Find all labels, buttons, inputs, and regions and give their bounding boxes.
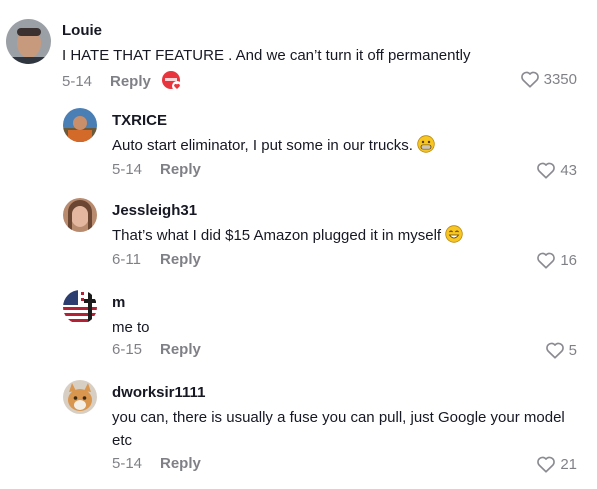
comment-jessleigh31: Jessleigh31 That’s what I did $15 Amazon… bbox=[0, 198, 597, 278]
comment-username[interactable]: Louie bbox=[62, 22, 582, 40]
comment-body: Jessleigh31 That’s what I did $15 Amazon… bbox=[112, 202, 582, 250]
comment-meta: 6-11 Reply bbox=[112, 251, 201, 268]
like-count: 43 bbox=[560, 161, 577, 179]
like-count: 16 bbox=[560, 251, 577, 269]
comment-text: I HATE THAT FEATURE . And we can’t turn … bbox=[62, 47, 471, 64]
avatar-louie-image bbox=[6, 19, 51, 64]
comment-text: Auto start eliminator, I put some in our… bbox=[112, 134, 582, 160]
comment-text: me to bbox=[112, 319, 150, 336]
comment-body: dworksir1111 you can, there is usually a… bbox=[112, 384, 572, 452]
comment-date: 5-14 bbox=[112, 455, 143, 472]
comment-louie: Louie I HATE THAT FEATURE . And we can’t… bbox=[0, 0, 597, 95]
like-button[interactable]: 21 bbox=[536, 455, 577, 473]
comment-meta: 5-14 Reply bbox=[62, 70, 183, 92]
comment-username[interactable]: dworksir1111 bbox=[112, 384, 572, 402]
heart-icon bbox=[537, 162, 556, 179]
like-button[interactable]: 3350 bbox=[520, 70, 577, 88]
like-count: 3350 bbox=[543, 70, 577, 88]
like-count: 5 bbox=[568, 341, 577, 359]
avatar-m-flag-image bbox=[63, 290, 97, 324]
avatar[interactable] bbox=[6, 19, 51, 64]
comment-body: Louie I HATE THAT FEATURE . And we can’t… bbox=[62, 22, 582, 67]
grin-emoji-icon bbox=[417, 135, 435, 160]
avatar-dworksir1111-cat-image bbox=[63, 380, 97, 414]
comment-dworksir1111: dworksir1111 you can, there is usually a… bbox=[0, 380, 597, 485]
reply-button[interactable]: Reply bbox=[160, 161, 201, 178]
comment-meta: 5-14 Reply bbox=[112, 161, 201, 178]
smile-emoji-icon bbox=[445, 225, 463, 250]
like-button[interactable]: 5 bbox=[545, 341, 577, 359]
avatar-jessleigh31-image bbox=[63, 198, 97, 232]
reply-button[interactable]: Reply bbox=[110, 73, 151, 90]
comment-body: TXRICE Auto start eliminator, I put some… bbox=[112, 112, 582, 160]
like-button[interactable]: 16 bbox=[536, 251, 577, 269]
comment-date: 5-14 bbox=[112, 161, 143, 178]
comment-text: you can, there is usually a fuse you can… bbox=[112, 409, 565, 449]
comment-username[interactable]: Jessleigh31 bbox=[112, 202, 582, 220]
like-count: 21 bbox=[560, 455, 577, 473]
avatar[interactable] bbox=[63, 108, 97, 142]
avatar[interactable] bbox=[63, 380, 97, 414]
comment-txrice: TXRICE Auto start eliminator, I put some… bbox=[0, 108, 597, 188]
comment-username[interactable]: m bbox=[112, 294, 582, 312]
comment-date: 6-11 bbox=[112, 251, 141, 268]
heart-icon bbox=[537, 252, 556, 269]
creator-liked-badge-icon bbox=[161, 70, 183, 92]
comment-meta: 6-15 Reply bbox=[112, 341, 201, 358]
comment-username[interactable]: TXRICE bbox=[112, 112, 582, 130]
heart-icon bbox=[545, 342, 564, 359]
avatar[interactable] bbox=[63, 290, 97, 324]
comment-date: 6-15 bbox=[112, 341, 143, 358]
like-button[interactable]: 43 bbox=[536, 161, 577, 179]
comment-date: 5-14 bbox=[62, 72, 93, 90]
comment-text-content: That’s what I did $15 Amazon plugged it … bbox=[112, 227, 442, 244]
comment-text: That’s what I did $15 Amazon plugged it … bbox=[112, 224, 582, 250]
reply-button[interactable]: Reply bbox=[160, 341, 201, 358]
comment-text-content: Auto start eliminator, I put some in our… bbox=[112, 137, 413, 154]
reply-button[interactable]: Reply bbox=[160, 455, 201, 472]
reply-button[interactable]: Reply bbox=[160, 251, 201, 268]
comment-body: m me to bbox=[112, 294, 582, 339]
comment-meta: 5-14 Reply bbox=[112, 455, 201, 472]
heart-icon bbox=[537, 456, 556, 473]
heart-icon bbox=[520, 71, 539, 88]
avatar-txrice-image bbox=[63, 108, 97, 142]
avatar[interactable] bbox=[63, 198, 97, 232]
comment-m: m me to 6-15 Reply 5 bbox=[0, 290, 597, 370]
